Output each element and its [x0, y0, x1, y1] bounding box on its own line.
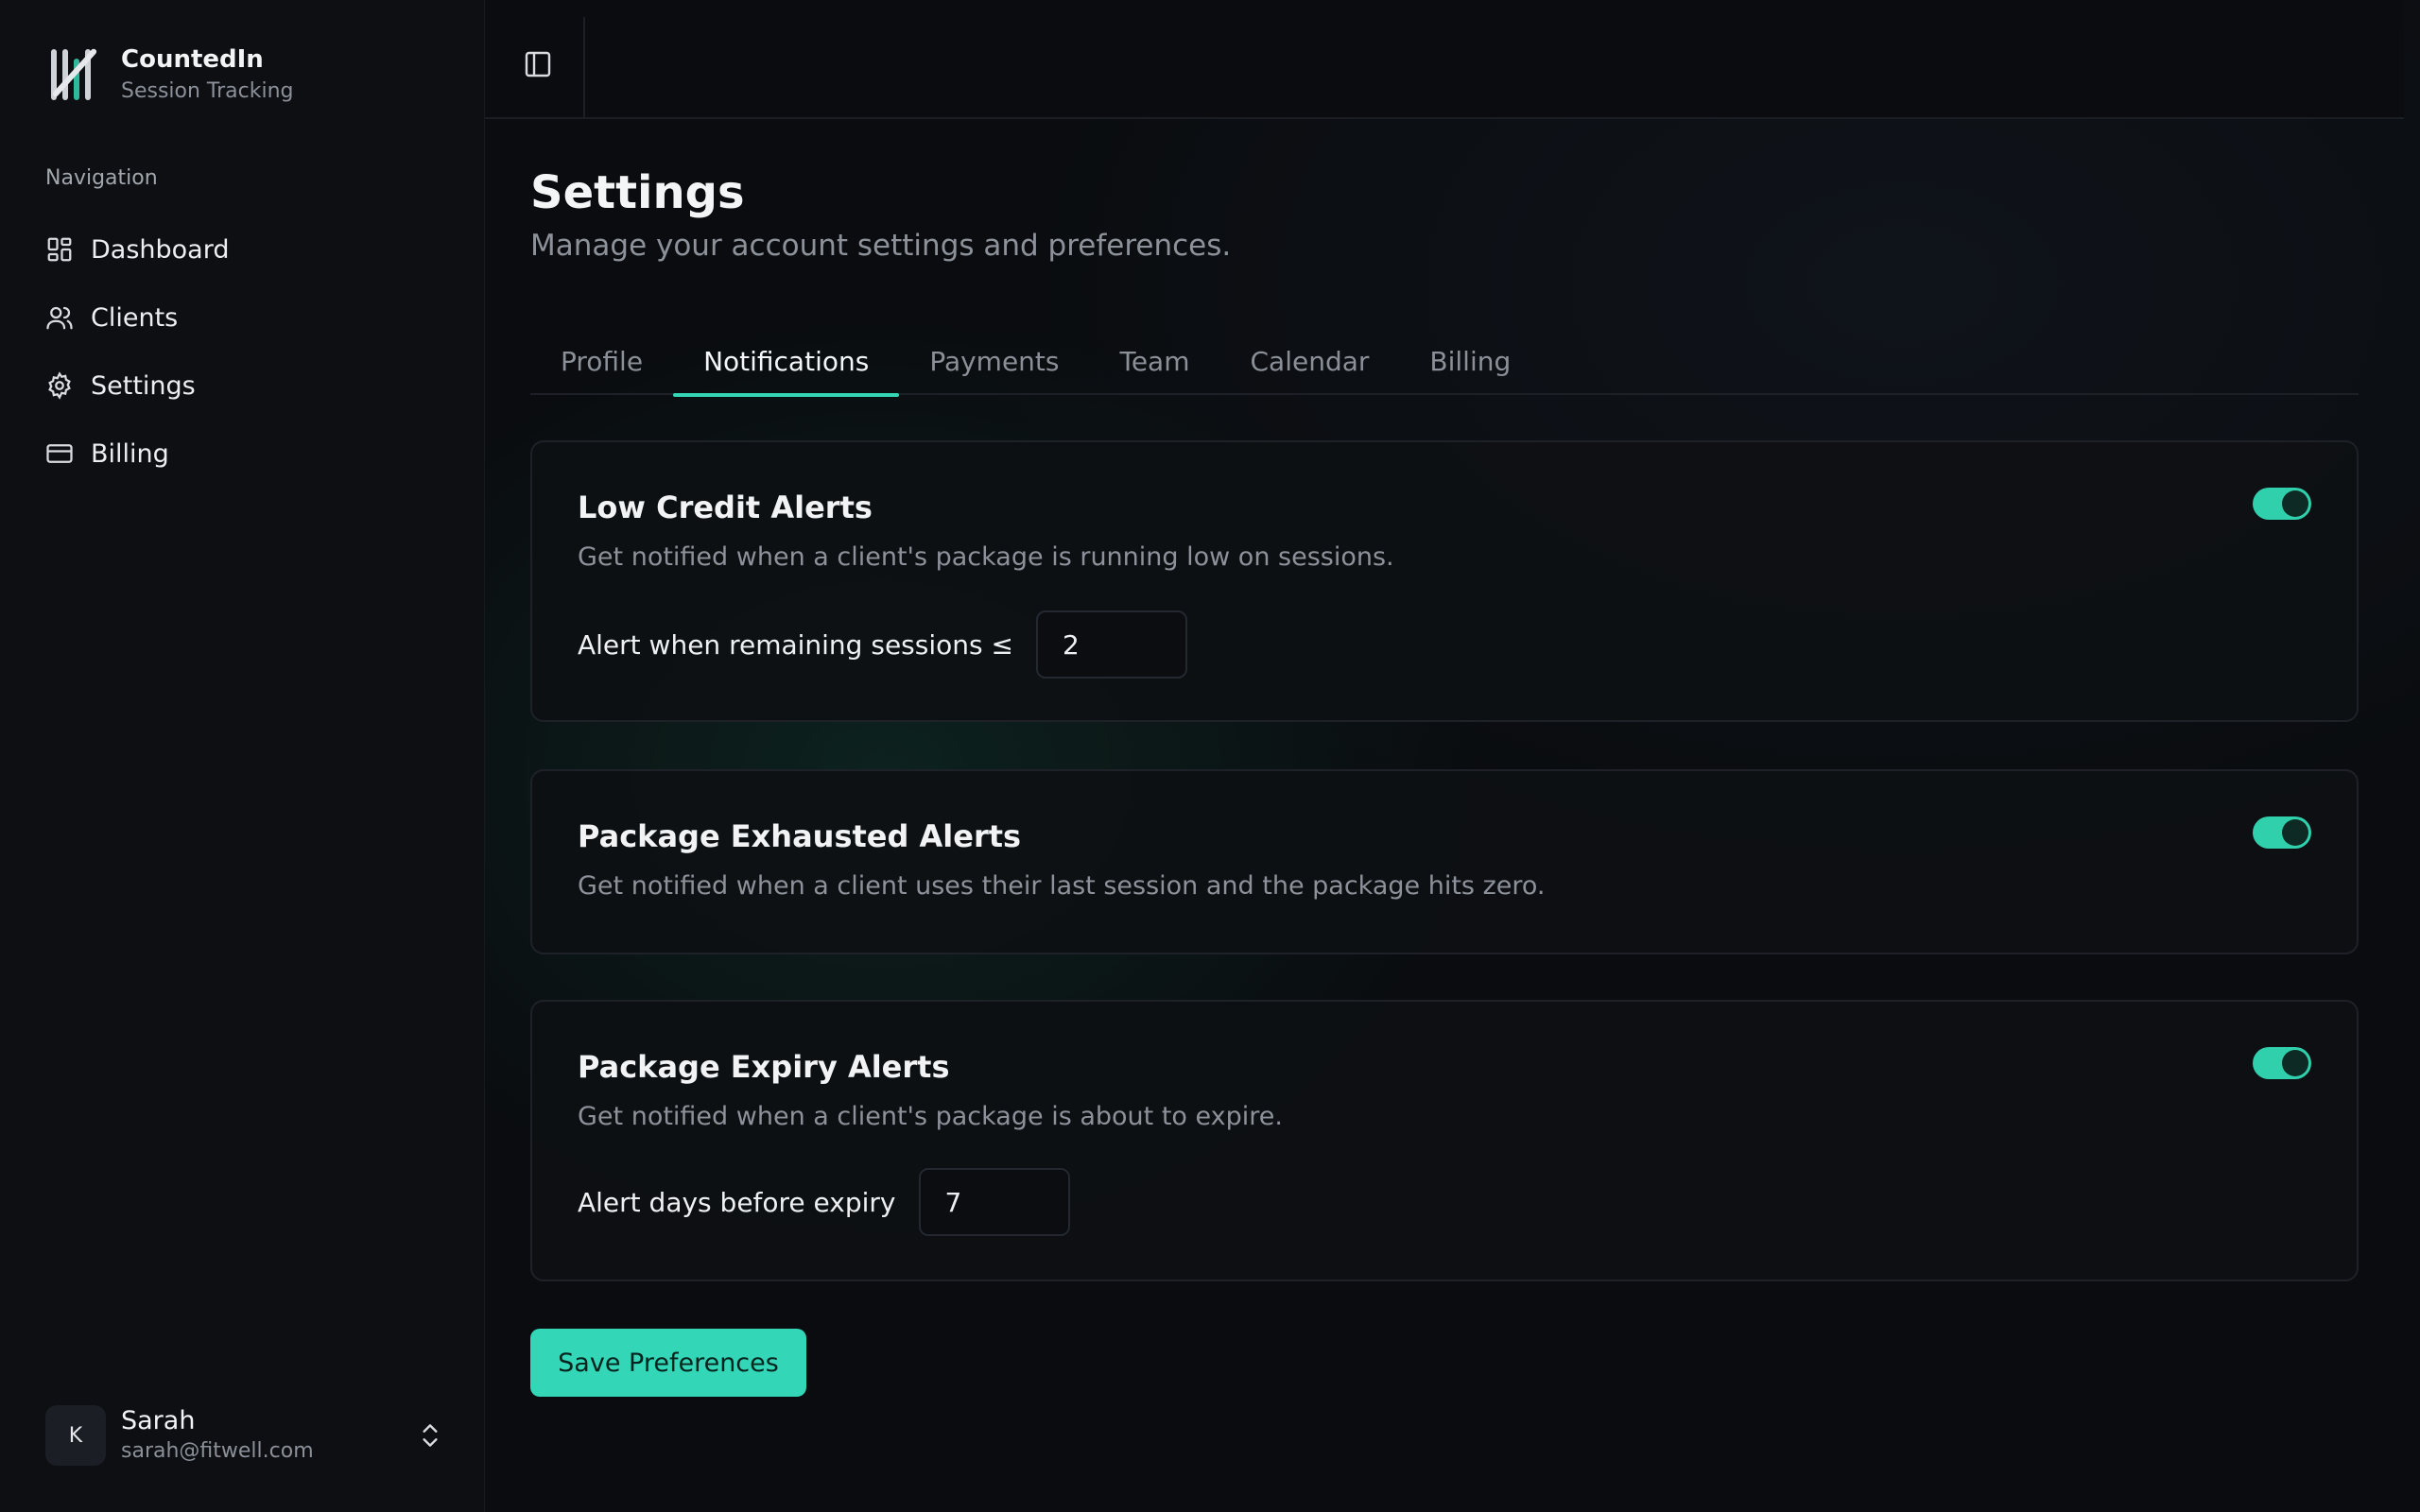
users-icon — [46, 306, 73, 330]
save-preferences-button[interactable]: Save Preferences — [530, 1329, 806, 1397]
brand-subtitle: Session Tracking — [121, 78, 294, 103]
remaining-sessions-input[interactable] — [1035, 610, 1187, 679]
sidebar-item-clients[interactable]: Clients — [45, 284, 452, 352]
app-root: CountedIn Session Tracking Navigation Da… — [0, 0, 2420, 1512]
topbar — [485, 0, 2404, 119]
card-title: Package Exhausted Alerts — [578, 818, 1022, 854]
tab-payments[interactable]: Payments — [899, 327, 1089, 395]
tab-team[interactable]: Team — [1089, 327, 1219, 395]
sidebar-item-label: Dashboard — [91, 234, 230, 265]
toggle-knob — [2282, 490, 2308, 517]
field-row: Alert when remaining sessions ≤ — [578, 610, 1187, 679]
expiry-days-label: Alert days before expiry — [578, 1186, 896, 1218]
tab-calendar[interactable]: Calendar — [1220, 327, 1400, 395]
package-expiry-alerts-toggle[interactable] — [2253, 1047, 2311, 1079]
sidebar-item-label: Clients — [91, 302, 179, 333]
sidebar-item-billing[interactable]: Billing — [45, 420, 452, 488]
gear-icon — [48, 371, 71, 400]
package-expiry-alerts-card: Package Expiry Alerts Get notified when … — [530, 1000, 2359, 1281]
toggle-knob — [2282, 819, 2308, 846]
brand-name: CountedIn — [121, 44, 264, 74]
low-credit-alerts-toggle[interactable] — [2253, 488, 2311, 520]
chevrons-up-down-icon — [423, 1424, 438, 1447]
main-content: Settings Manage your account settings an… — [484, 0, 2420, 1512]
card-description: Get notified when a client's package is … — [578, 1102, 1283, 1131]
credit-card-icon — [46, 444, 73, 463]
sidebar-item-label: Billing — [91, 438, 169, 469]
user-menu[interactable]: K Sarah sarah@fitwell.com — [45, 1404, 442, 1467]
sidebar-nav: Dashboard Clients Settings Billing — [45, 215, 452, 488]
card-title: Package Expiry Alerts — [578, 1049, 950, 1085]
remaining-sessions-label: Alert when remaining sessions ≤ — [578, 628, 1013, 661]
card-description: Get notified when a client's package is … — [578, 542, 1394, 572]
nav-section-label: Navigation — [45, 166, 158, 190]
tab-billing[interactable]: Billing — [1399, 327, 1541, 395]
low-credit-alerts-card: Low Credit Alerts Get notified when a cl… — [530, 440, 2359, 722]
sidebar-toggle-icon[interactable] — [523, 49, 553, 79]
card-title: Low Credit Alerts — [578, 490, 873, 525]
tab-notifications[interactable]: Notifications — [673, 327, 900, 397]
page-title: Settings — [530, 166, 745, 219]
avatar: K — [45, 1405, 106, 1466]
field-row: Alert days before expiry — [578, 1168, 1070, 1236]
package-exhausted-alerts-toggle[interactable] — [2253, 816, 2311, 849]
card-description: Get notified when a client uses their la… — [578, 871, 1546, 901]
expiry-days-input[interactable] — [918, 1168, 1070, 1236]
logo-icon — [51, 48, 97, 100]
user-email: sarah@fitwell.com — [121, 1438, 314, 1463]
brand[interactable]: CountedIn Session Tracking — [43, 43, 294, 106]
sidebar-item-dashboard[interactable]: Dashboard — [45, 215, 452, 284]
toggle-knob — [2282, 1050, 2308, 1076]
dashboard-icon — [47, 237, 72, 262]
page-subtitle: Manage your account settings and prefere… — [530, 229, 1232, 263]
sidebar: CountedIn Session Tracking Navigation Da… — [0, 0, 484, 1512]
package-exhausted-alerts-card: Package Exhausted Alerts Get notified wh… — [530, 769, 2359, 954]
sidebar-item-label: Settings — [91, 370, 196, 401]
user-name: Sarah — [121, 1405, 196, 1435]
settings-tabs: Profile Notifications Payments Team Cale… — [530, 327, 2359, 397]
sidebar-item-settings[interactable]: Settings — [45, 352, 452, 420]
divider — [583, 17, 585, 119]
tab-profile[interactable]: Profile — [530, 327, 673, 395]
